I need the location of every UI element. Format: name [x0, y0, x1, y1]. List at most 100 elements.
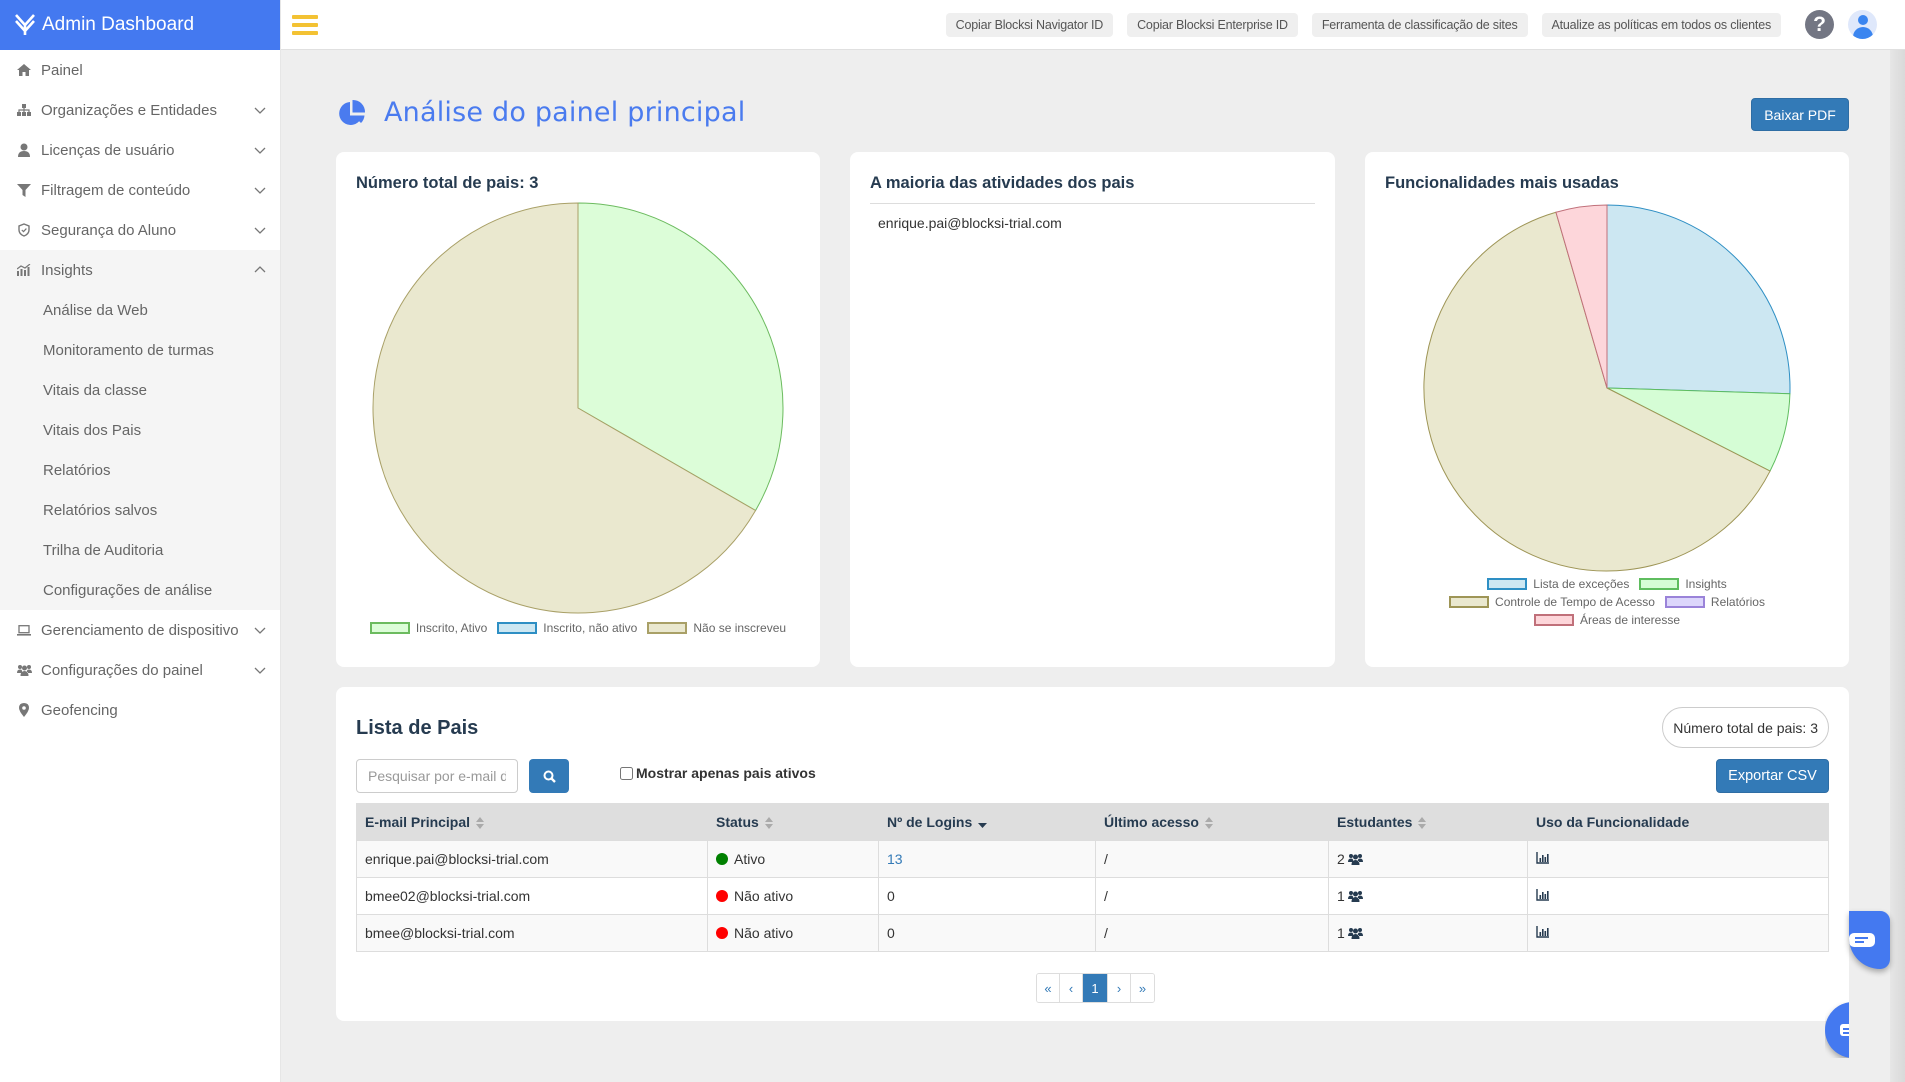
active-only-checkbox[interactable]	[620, 766, 633, 780]
parent-email-search-input[interactable]	[356, 759, 518, 793]
sort-icon	[764, 817, 773, 830]
sidebar-item-licencas[interactable]: Licenças de usuário	[0, 130, 280, 170]
legend-swatch	[1487, 578, 1528, 590]
total-parents-legend: Inscrito, Ativo Inscrito, não ativo Não se…	[336, 621, 820, 635]
legend-item-insights[interactable]: Insights	[1639, 577, 1727, 591]
chat-widget-button[interactable]	[1849, 911, 1890, 969]
sidebar-item-painel[interactable]: Painel	[0, 50, 280, 90]
search-icon	[543, 770, 556, 783]
sidebar-item-seguranca[interactable]: Segurança do Aluno	[0, 210, 280, 250]
parents-table: E-mail Principal Status Nº de Logins Últ…	[356, 803, 1829, 952]
sidebar-subitem-configuracoes-analise[interactable]: Configurações de análise	[0, 570, 280, 610]
column-header-students[interactable]: Estudantes	[1328, 803, 1528, 841]
sidebar-item-configuracoes-painel[interactable]: Configurações do painel	[0, 650, 280, 690]
table-row: enrique.pai@blocksi-trial.com Ativo 13 / 2	[356, 840, 1829, 878]
pagination-page-1[interactable]: 1	[1083, 974, 1108, 1002]
pie-slice-lista-de-excecoes[interactable]	[1606, 204, 1791, 395]
home-icon	[16, 62, 32, 78]
most-used-features-pie-chart	[1423, 204, 1791, 572]
legend-label: Relatórios	[1710, 595, 1765, 609]
search-button[interactable]	[529, 759, 569, 793]
sort-icon	[476, 817, 485, 830]
divider	[870, 203, 1315, 204]
parents-list-card: Lista de Pais Número total de pais: 3 Mo…	[336, 687, 1849, 1021]
pagination-next[interactable]: ›	[1108, 974, 1131, 1002]
top-bar: Copiar Blocksi Navigator ID Copiar Block…	[281, 0, 1905, 50]
copy-navigator-id-button[interactable]: Copiar Blocksi Navigator ID	[945, 12, 1114, 37]
filter-icon	[16, 182, 32, 198]
total-parents-pie-chart	[372, 202, 784, 614]
students-count: 1	[1337, 888, 1345, 904]
sidebar-item-insights[interactable]: Insights	[0, 250, 280, 290]
activity-list-item[interactable]: enrique.pai@blocksi-trial.com	[878, 215, 1062, 231]
most-used-features-chart-title: Funcionalidades mais usadas	[1385, 174, 1619, 192]
active-only-filter[interactable]: Mostrar apenas pais ativos	[620, 765, 816, 781]
map-marker-icon	[16, 702, 32, 718]
cell-status: Ativo	[707, 840, 879, 878]
sidebar-item-organizacoes[interactable]: Organizações e Entidades	[0, 90, 280, 130]
column-header-email[interactable]: E-mail Principal	[356, 803, 708, 841]
sidebar-subitem-trilha-auditoria[interactable]: Trilha de Auditoria	[0, 530, 280, 570]
logins-count[interactable]: 13	[887, 851, 903, 867]
sidebar-subitem-vitais-classe[interactable]: Vitais da classe	[0, 370, 280, 410]
legend-swatch	[497, 622, 538, 634]
sidebar-subitem-monitoramento-turmas[interactable]: Monitoramento de turmas	[0, 330, 280, 370]
cell-students[interactable]: 2	[1328, 840, 1528, 878]
chevron-down-icon	[254, 667, 266, 674]
legend-item-inscrito-nao-ativo[interactable]: Inscrito, não ativo	[497, 621, 637, 635]
pagination-prev[interactable]: ‹	[1060, 974, 1083, 1002]
cell-students[interactable]: 1	[1328, 914, 1528, 952]
help-icon[interactable]: ?	[1805, 10, 1834, 39]
legend-item-relatorios[interactable]: Relatórios	[1664, 595, 1765, 609]
bar-chart-icon[interactable]	[1536, 926, 1550, 938]
column-header-status[interactable]: Status	[707, 803, 879, 841]
sidebar-subitem-analise-web[interactable]: Análise da Web	[0, 290, 280, 330]
table-header-row: E-mail Principal Status Nº de Logins Últ…	[356, 803, 1829, 841]
download-pdf-button[interactable]: Baixar PDF	[1751, 98, 1849, 131]
site-classification-tool-button[interactable]: Ferramenta de classificação de sites	[1311, 12, 1528, 37]
pagination-last[interactable]: »	[1131, 974, 1154, 1002]
pie-chart-icon	[339, 99, 366, 125]
bar-chart-icon[interactable]	[1536, 852, 1550, 864]
cell-students[interactable]: 1	[1328, 877, 1528, 915]
logins-count: 0	[887, 925, 895, 941]
sidebar-subitem-relatorios[interactable]: Relatórios	[0, 450, 280, 490]
cell-logins: 0	[878, 877, 1096, 915]
legend-item-inscrito-ativo[interactable]: Inscrito, Ativo	[369, 621, 487, 635]
legend-item-controle-de-tempo-de-acesso[interactable]: Controle de Tempo de Acesso	[1449, 595, 1655, 609]
parent-activity-title: A maioria das atividades dos pais	[870, 174, 1135, 192]
column-header-logins[interactable]: Nº de Logins	[878, 803, 1096, 841]
column-header-last-access[interactable]: Último acesso	[1095, 803, 1329, 841]
pagination: « ‹ 1 › »	[1036, 973, 1155, 1003]
copy-enterprise-id-button[interactable]: Copiar Blocksi Enterprise ID	[1127, 12, 1298, 37]
sidebar-item-gerenciamento-dispositivo[interactable]: Gerenciamento de dispositivo	[0, 610, 280, 650]
user-avatar-icon[interactable]	[1848, 10, 1877, 39]
sitemap-icon	[16, 102, 32, 118]
parents-list-title: Lista de Pais	[356, 717, 479, 739]
most-used-features-card: Funcionalidades mais usadas Lista de exc…	[1365, 152, 1849, 667]
sidebar-item-geofencing[interactable]: Geofencing	[0, 690, 280, 730]
bar-chart-icon[interactable]	[1536, 889, 1550, 901]
legend-label: Não se inscreveu	[693, 621, 787, 635]
legend-item-nao-se-inscreveu[interactable]: Não se inscreveu	[647, 621, 786, 635]
total-parents-chart-title: Número total de pais: 3	[356, 174, 539, 192]
total-parents-card: Número total de pais: 3 Inscrito, Ativo I…	[336, 152, 820, 667]
sidebar-subitem-relatorios-salvos[interactable]: Relatórios salvos	[0, 490, 280, 530]
export-csv-button[interactable]: Exportar CSV	[1716, 759, 1829, 793]
status-label: Não ativo	[734, 888, 794, 904]
status-label: Ativo	[734, 851, 766, 867]
legend-item-areas-de-interesse[interactable]: Áreas de interesse	[1533, 613, 1680, 627]
legend-item-lista-de-excecoes[interactable]: Lista de exceções	[1487, 577, 1629, 591]
support-chat-bubble[interactable]	[1825, 1002, 1849, 1058]
pagination-first[interactable]: «	[1037, 974, 1060, 1002]
status-label: Não ativo	[734, 925, 794, 941]
sidebar: Admin Dashboard Painel Organizações e En…	[0, 0, 281, 1082]
sort-icon	[1204, 817, 1213, 830]
page-scrollbar[interactable]	[1890, 50, 1905, 1082]
cell-email: bmee02@blocksi-trial.com	[356, 877, 708, 915]
sidebar-subitem-vitais-pais[interactable]: Vitais dos Pais	[0, 410, 280, 450]
update-policies-button[interactable]: Atualize as políticas em todos os client…	[1541, 12, 1781, 37]
sidebar-item-filtragem[interactable]: Filtragem de conteúdo	[0, 170, 280, 210]
hamburger-icon[interactable]	[292, 14, 318, 35]
brand-header[interactable]: Admin Dashboard	[0, 0, 280, 50]
